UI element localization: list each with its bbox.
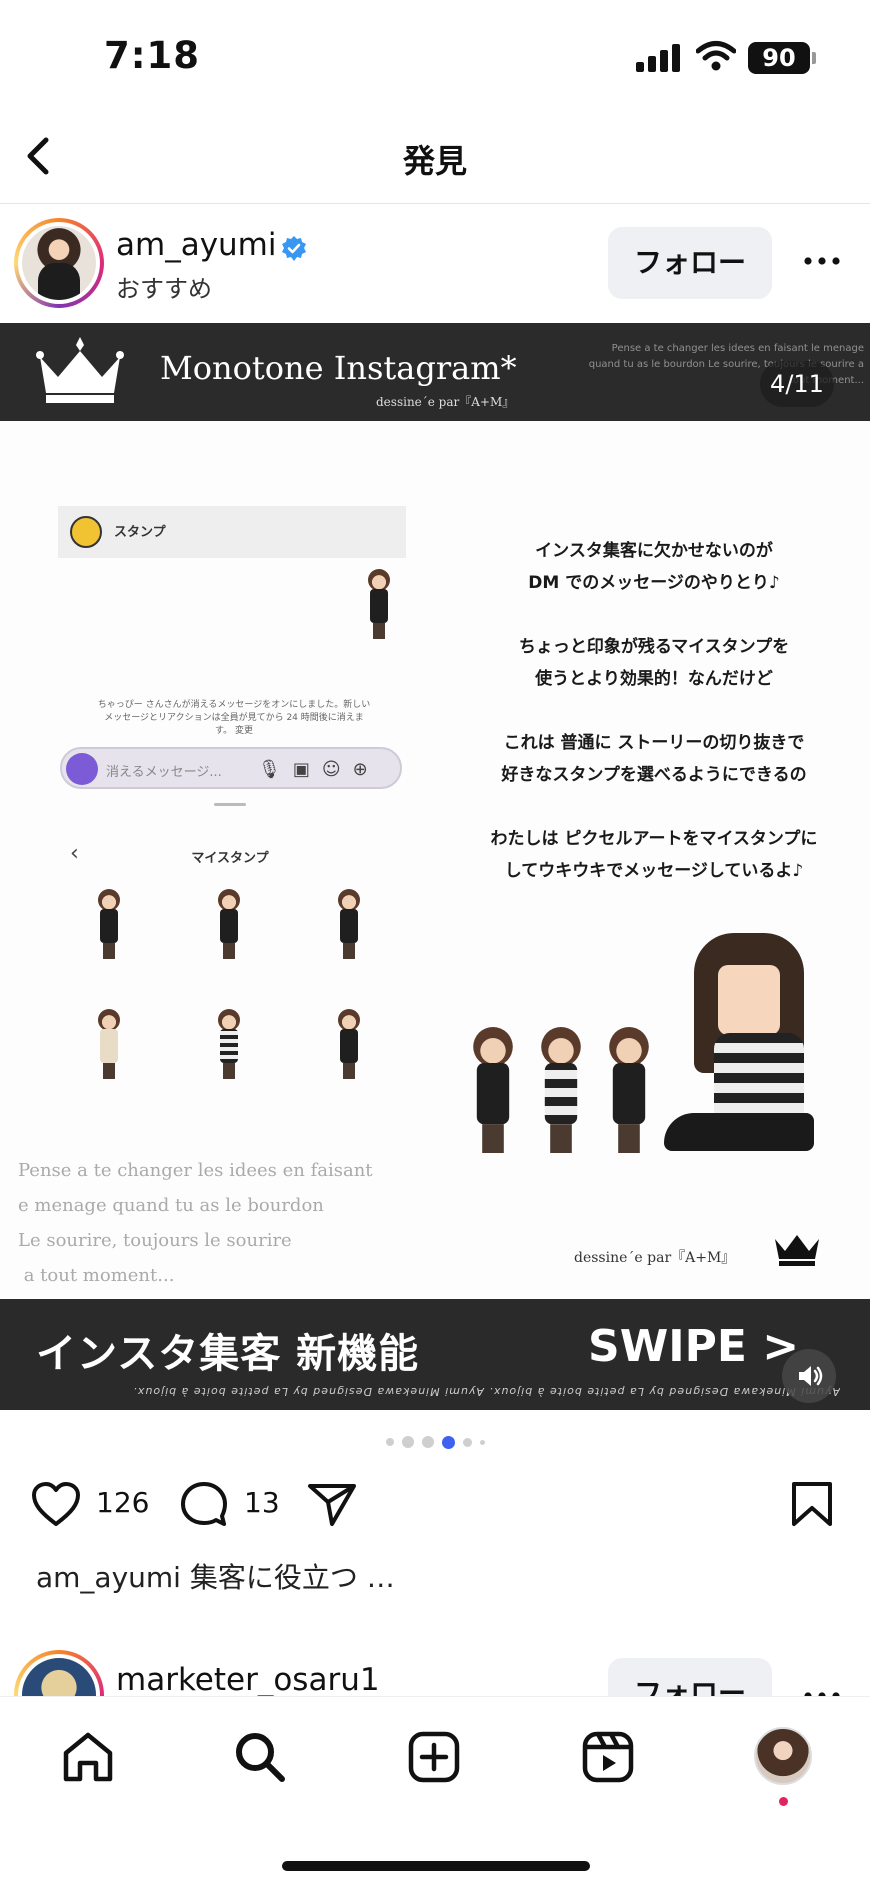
share-icon[interactable]	[306, 1480, 358, 1528]
script-line: Le sourire, toujours le sourire	[18, 1230, 292, 1251]
post-caption[interactable]: am_ayumi 集客に役立つ …	[36, 1556, 395, 1596]
carousel-dot	[401, 1436, 414, 1448]
pixel-character	[214, 1009, 244, 1079]
status-time: 7:18	[104, 34, 201, 77]
crown-small-icon	[775, 1235, 819, 1266]
jp-line: インスタ集客に欠かせないのが	[535, 541, 773, 561]
banner-mirrored-text: Ayumi Minekawa Designed by La petite boi…	[132, 1385, 840, 1398]
swipe-label: SWIPE >	[588, 1321, 800, 1372]
search-icon[interactable]	[230, 1727, 290, 1787]
profile-tab-avatar[interactable]	[754, 1727, 812, 1785]
banner-subtitle: dessine´e par『A+M』	[376, 395, 515, 409]
pixel-character	[364, 569, 394, 639]
smiley-icon	[70, 516, 102, 548]
jp-line: わたしは ピクセルアートをマイスタンプに	[490, 829, 818, 849]
home-icon[interactable]	[58, 1727, 118, 1787]
script-line: Pense a te changer les idees en faisant	[18, 1160, 373, 1181]
battery-indicator: 90	[748, 42, 810, 74]
script-line: e menage quand tu as le bourdon	[18, 1195, 324, 1216]
credit-text: dessine´e par『A+M』	[574, 1250, 736, 1266]
carousel-counter: 4/11	[760, 361, 834, 407]
jp-line: これは 普通に ストーリーの切り抜きで	[503, 733, 805, 753]
recommended-label: おすすめ	[116, 275, 212, 303]
post-actions: 126 13	[0, 1470, 870, 1538]
next-more-options-icon[interactable]	[800, 1684, 844, 1696]
follow-button[interactable]: フォロー	[608, 227, 772, 299]
crown-logo-icon	[36, 337, 124, 403]
pixel-character	[214, 889, 244, 959]
heart-icon[interactable]	[30, 1480, 82, 1528]
chat-system-note: ちゃっぴー さんさんが消えるメッセージをオンにしました。新しいメッセージとリアク…	[97, 700, 371, 736]
carousel-dot	[385, 1438, 394, 1446]
more-options-icon[interactable]	[800, 249, 844, 273]
message-placeholder: 消えるメッセージ...	[106, 765, 222, 780]
jp-line: 好きなスタンプを選べるようにできるの	[501, 765, 807, 785]
volume-icon[interactable]	[782, 1349, 836, 1403]
comment-count[interactable]: 13	[244, 1486, 280, 1519]
pixel-girl-illustration	[664, 933, 824, 1153]
caption-username[interactable]: am_ayumi	[36, 1561, 181, 1594]
like-count[interactable]: 126	[96, 1486, 149, 1519]
reels-icon[interactable]	[578, 1727, 638, 1787]
script-line: a tout moment...	[18, 1265, 175, 1286]
comment-icon[interactable]	[178, 1480, 230, 1528]
post-image[interactable]: Monotone Instagram* dessine´e par『A+M』 P…	[0, 323, 870, 1410]
battery-tip	[812, 52, 816, 64]
home-indicator	[282, 1861, 590, 1871]
camera-icon	[66, 753, 98, 785]
pixel-character	[534, 1027, 588, 1153]
sheet-handle	[214, 803, 246, 806]
create-post-icon[interactable]	[404, 1727, 464, 1787]
pixel-character	[466, 1027, 520, 1153]
pixel-character	[94, 889, 124, 959]
next-follow-button[interactable]: フォロー	[608, 1658, 772, 1696]
pixel-character	[94, 1009, 124, 1079]
pixel-character	[334, 889, 364, 959]
next-post-username[interactable]: marketer_osaru1	[116, 1662, 380, 1696]
next-avatar[interactable]	[14, 1650, 104, 1696]
post-header: am_ayumi おすすめ フォロー	[0, 205, 870, 323]
carousel-dot	[479, 1439, 485, 1445]
jp-line: ちょっと印象が残るマイスタンプを	[518, 637, 790, 657]
message-input-mock: 消えるメッセージ... 🎙▣☺⊕	[60, 747, 402, 789]
carousel-dots	[0, 1432, 870, 1452]
carousel-dot-active	[441, 1435, 455, 1449]
bottom-tab-bar	[0, 1696, 870, 1882]
image-bottom-banner: インスタ集客 新機能 SWIPE > Ayumi Minekawa Design…	[0, 1299, 870, 1410]
stamp-panel: スタンプ	[58, 506, 406, 558]
nav-header: 発見	[0, 110, 870, 204]
message-action-icons: 🎙▣☺⊕	[258, 759, 380, 780]
mystamp-title: マイスタンプ	[191, 851, 269, 866]
caption-text: 集客に役立つ …	[189, 1561, 395, 1594]
jp-line: DM でのメッセージのやりとり♪	[528, 573, 780, 593]
avatar-photo	[22, 226, 96, 300]
page-title: 発見	[402, 142, 467, 180]
verified-badge-icon	[282, 236, 306, 261]
wifi-icon	[696, 41, 736, 71]
bookmark-icon[interactable]	[786, 1480, 838, 1528]
next-avatar-photo	[22, 1658, 96, 1696]
carousel-dot	[462, 1437, 472, 1447]
post-username[interactable]: am_ayumi	[116, 227, 277, 263]
image-top-banner: Monotone Instagram* dessine´e par『A+M』 P…	[0, 323, 870, 421]
next-post-header: marketer_osaru1 フォロー	[0, 1650, 870, 1696]
jp-line: 使うとより効果的！なんだけど	[535, 669, 773, 689]
pixel-character	[602, 1027, 656, 1153]
notification-dot	[779, 1797, 788, 1806]
post-body-text: インスタ集客に欠かせないのが DM でのメッセージのやりとり♪ ちょっと印象が残る…	[444, 535, 864, 919]
script-text: Pense a te changer les idees en faisant …	[18, 1153, 373, 1293]
jp-line: してウキウキでメッセージしているよ♪	[504, 861, 804, 881]
pixel-character	[334, 1009, 364, 1079]
banner-title: Monotone Instagram*	[160, 349, 517, 387]
status-bar: 7:18 90	[0, 0, 870, 110]
stamp-label: スタンプ	[114, 525, 166, 540]
banner-headline: インスタ集客 新機能	[36, 1331, 420, 1377]
cellular-signal-icon	[636, 44, 680, 72]
carousel-dot	[421, 1436, 434, 1448]
avatar[interactable]	[14, 218, 104, 308]
